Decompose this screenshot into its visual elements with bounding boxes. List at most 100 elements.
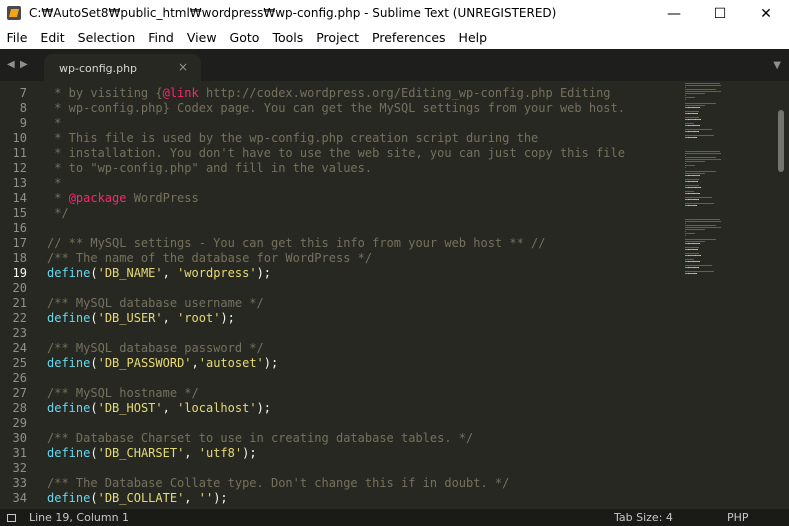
code-token: define: [47, 401, 91, 415]
minimap-line: [685, 239, 716, 240]
code-area[interactable]: * by visiting {@link http://codex.wordpr…: [47, 81, 682, 509]
minimap-line: [699, 125, 700, 126]
menu-view[interactable]: View: [180, 28, 223, 49]
minimap-line: [694, 151, 720, 152]
menu-help[interactable]: Help: [452, 28, 494, 49]
menu-file[interactable]: File: [0, 28, 34, 49]
code-line[interactable]: * @package WordPress: [47, 191, 199, 206]
code-token: 'DB_USER': [97, 311, 163, 325]
minimap-line: [685, 265, 712, 266]
code-line[interactable]: * by visiting {@link http://codex.wordpr…: [47, 86, 610, 101]
tab-size-indicator[interactable]: Tab Size: 4: [614, 511, 673, 524]
code-line[interactable]: *: [47, 176, 61, 191]
code-line[interactable]: * wp-config.php} Codex page. You can get…: [47, 101, 625, 116]
code-token: * installation. You don't have to use th…: [47, 146, 625, 160]
code-token: ,: [162, 311, 178, 325]
minimap-line: [685, 111, 699, 112]
minimap-line: [685, 221, 721, 222]
code-line[interactable]: /** MySQL database password */: [47, 341, 264, 356]
code-token: 'autoset': [198, 356, 264, 370]
code-line[interactable]: */: [47, 206, 69, 221]
code-token: define: [47, 266, 91, 280]
menu-edit[interactable]: Edit: [34, 28, 71, 49]
minimap-line: [685, 155, 686, 156]
window-title: C:₩AutoSet8₩public_html₩wordpress₩wp-con…: [29, 6, 557, 20]
minimap-line: [685, 129, 712, 130]
menu-bar: File Edit Selection Find View Goto Tools…: [0, 28, 789, 49]
code-line[interactable]: /** Database Charset to use in creating …: [47, 431, 473, 446]
line-number: 8: [19, 101, 27, 115]
maximize-button[interactable]: ☐: [697, 0, 743, 28]
code-token: (: [90, 491, 98, 505]
minimap-line: [685, 159, 721, 160]
code-line[interactable]: /** The name of the database for WordPre…: [47, 251, 372, 266]
menu-selection[interactable]: Selection: [71, 28, 142, 49]
code-token: );: [256, 401, 272, 415]
minimize-button[interactable]: —: [651, 0, 697, 28]
tab-scroll-right-icon[interactable]: ▶: [20, 59, 28, 70]
minimap-line: [685, 185, 699, 186]
code-line[interactable]: define('DB_COLLATE', '');: [47, 491, 228, 506]
code-line[interactable]: // ** MySQL settings - You can get this …: [47, 236, 546, 251]
menu-project[interactable]: Project: [310, 28, 366, 49]
code-line[interactable]: define('DB_HOST', 'localhost');: [47, 401, 271, 416]
minimap-line: [699, 175, 700, 176]
minimap-line: [685, 103, 716, 104]
code-token: * by visiting {: [47, 86, 163, 100]
line-number: 18: [12, 251, 27, 265]
code-token: ,: [191, 356, 199, 370]
line-number: 24: [12, 341, 27, 355]
code-token: /** The name of the database for WordPre…: [47, 251, 373, 265]
code-token: (: [90, 266, 98, 280]
tab-wp-config[interactable]: wp-config.php ×: [44, 54, 201, 81]
code-token: */: [47, 206, 69, 220]
code-line[interactable]: * to "wp-config.php" and fill in the val…: [47, 161, 372, 176]
menu-preferences[interactable]: Preferences: [366, 28, 453, 49]
code-token: /** The Database Collate type. Don't cha…: [47, 476, 510, 490]
minimap-line: [694, 83, 720, 84]
code-token: /** MySQL database password */: [47, 341, 264, 355]
code-line[interactable]: * installation. You don't have to use th…: [47, 146, 625, 161]
code-line[interactable]: define('DB_USER', 'root');: [47, 311, 235, 326]
code-token: define: [47, 446, 91, 460]
line-number: 34: [12, 491, 27, 505]
line-number: 9: [19, 116, 27, 130]
vertical-scrollbar[interactable]: [775, 81, 789, 509]
minimap-line: [685, 223, 686, 224]
close-window-button[interactable]: ✕: [743, 0, 789, 28]
code-line[interactable]: *: [47, 116, 61, 131]
code-line[interactable]: /** MySQL database username */: [47, 296, 264, 311]
code-editor[interactable]: 7 8 9 10 11 12 13 14 15 16 17 18 19 20 21 22 23 24 25 26 27 2…: [0, 81, 789, 509]
minimap-line: [685, 83, 692, 84]
code-line[interactable]: * This file is used by the wp-config.php…: [47, 131, 538, 146]
code-line[interactable]: /** MySQL hostname */: [47, 386, 199, 401]
minimap-line: [685, 93, 705, 94]
minimap-line: [690, 97, 695, 98]
title-bar: C:₩AutoSet8₩public_html₩wordpress₩wp-con…: [0, 0, 789, 28]
code-line[interactable]: define('DB_NAME', 'wordpress');: [47, 266, 271, 281]
minimap[interactable]: [683, 81, 773, 509]
menu-tools[interactable]: Tools: [266, 28, 310, 49]
minimap-line: [696, 137, 697, 138]
code-line[interactable]: define('DB_PASSWORD','autoset');: [47, 356, 278, 371]
code-line[interactable]: /** The Database Collate type. Don't cha…: [47, 476, 509, 491]
code-token: '': [198, 491, 214, 505]
line-number: 27: [12, 386, 27, 400]
tab-list-dropdown-icon[interactable]: ▼: [773, 60, 781, 71]
code-token: );: [213, 491, 228, 505]
syntax-indicator[interactable]: PHP: [727, 511, 749, 524]
status-bar: Line 19, Column 1 Tab Size: 4 PHP: [0, 509, 789, 526]
menu-goto[interactable]: Goto: [223, 28, 266, 49]
code-token: define: [47, 356, 91, 370]
minimap-line: [685, 91, 721, 92]
panel-toggle-icon[interactable]: [7, 514, 16, 522]
menu-find[interactable]: Find: [142, 28, 181, 49]
line-number: 11: [12, 146, 27, 160]
code-token: 'root': [177, 311, 221, 325]
minimap-line: [685, 105, 705, 106]
minimap-line: [700, 187, 701, 188]
code-line[interactable]: define('DB_CHARSET', 'utf8');: [47, 446, 257, 461]
tab-scroll-left-icon[interactable]: ◀: [7, 59, 15, 70]
tab-close-icon[interactable]: ×: [178, 60, 188, 74]
scrollbar-thumb[interactable]: [778, 110, 784, 172]
